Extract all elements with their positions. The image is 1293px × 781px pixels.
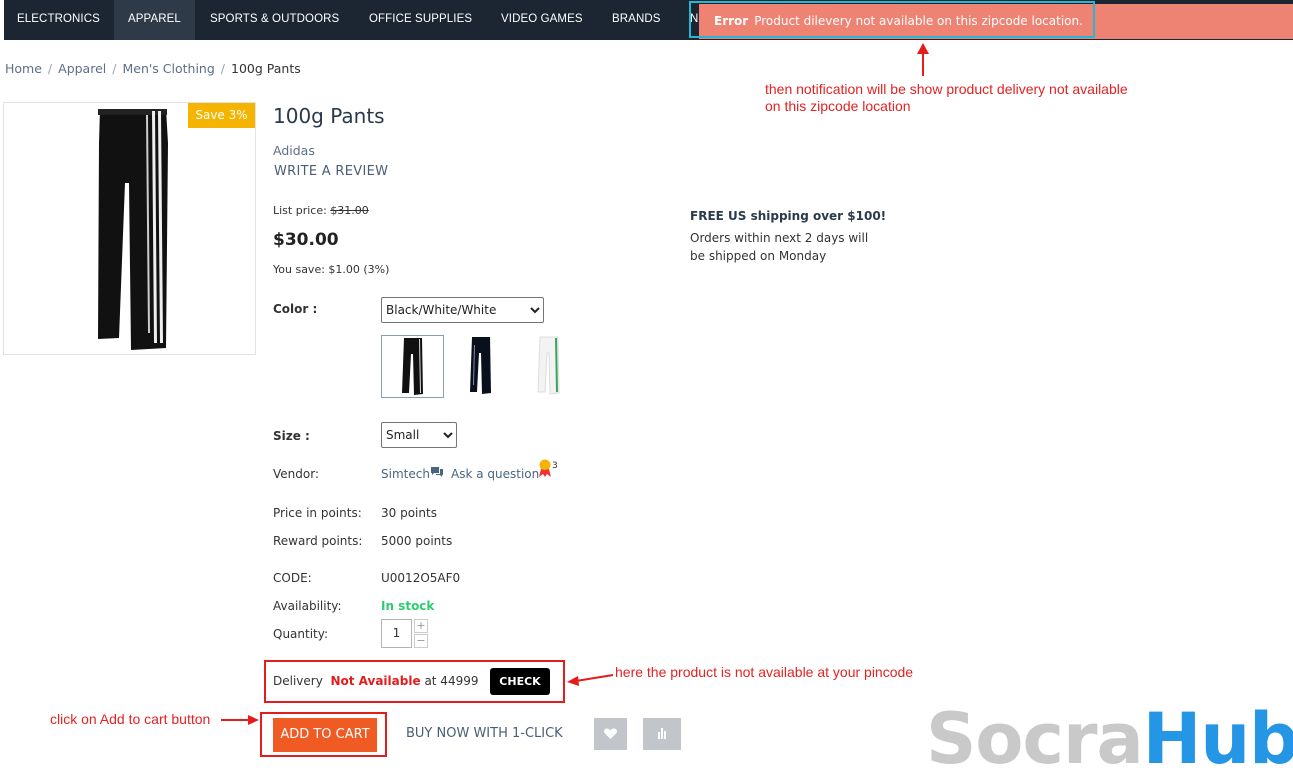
- nav-video-games[interactable]: VIDEO GAMES: [501, 0, 583, 40]
- nav-brands[interactable]: BRANDS: [612, 0, 661, 40]
- buy-now-one-click-link[interactable]: BUY NOW WITH 1-CLICK: [406, 726, 563, 741]
- error-annotation-line1: then notification will be show product d…: [765, 81, 1128, 97]
- breadcrumb-apparel[interactable]: Apparel: [58, 61, 106, 76]
- nav-apparel[interactable]: APPAREL: [114, 0, 195, 40]
- delivery-annotation: here the product is not available at you…: [615, 664, 914, 680]
- shipping-title: FREE US shipping over $100!: [690, 209, 887, 223]
- product-price: $30.00: [273, 230, 339, 250]
- list-price: List price: $31.00: [273, 204, 369, 217]
- delivery-zipcode: at 44999: [424, 674, 479, 688]
- chat-icon[interactable]: [430, 466, 444, 478]
- write-review-link[interactable]: WRITE A REVIEW: [274, 164, 388, 179]
- breadcrumb: Home / Apparel / Men's Clothing/100g Pants: [5, 61, 301, 76]
- nav-sports-outdoors[interactable]: SPORTS & OUTDOORS: [210, 0, 339, 40]
- product-brand[interactable]: Adidas: [273, 143, 315, 158]
- compare-button[interactable]: [643, 718, 681, 750]
- save-badge: Save 3%: [188, 103, 255, 128]
- code-label: CODE:: [273, 571, 312, 585]
- award-badge-icon: [539, 459, 551, 477]
- availability-status: In stock: [381, 599, 435, 613]
- shipping-line1: Orders within next 2 days will: [690, 231, 869, 245]
- badge-count: 3: [552, 461, 558, 471]
- arrow-left-icon: [567, 674, 614, 686]
- arrow-up-icon: [917, 43, 929, 76]
- nav-office-supplies[interactable]: OFFICE SUPPLIES: [369, 0, 472, 40]
- socrahub-watermark: SocraHub: [926, 698, 1293, 780]
- product-code: U0012O5AF0: [381, 571, 461, 585]
- shipping-line2: be shipped on Monday: [690, 249, 827, 263]
- availability-label: Availability:: [273, 599, 342, 613]
- wishlist-button[interactable]: [594, 718, 627, 750]
- size-select[interactable]: Small: [381, 422, 457, 448]
- product-title: 100g Pants: [273, 104, 385, 128]
- delivery-label: Delivery: [273, 674, 323, 688]
- reward-points-label: Reward points:: [273, 534, 363, 548]
- nav-electronics[interactable]: ELECTRONICS: [17, 0, 100, 40]
- color-select[interactable]: Black/White/White: [381, 297, 544, 323]
- price-in-points-label: Price in points:: [273, 506, 362, 520]
- error-highlight-box: [689, 1, 1095, 38]
- price-in-points: 30 points: [381, 506, 437, 520]
- heart-icon: [604, 728, 617, 739]
- breadcrumb-home[interactable]: Home: [5, 61, 42, 76]
- color-thumb-white-green[interactable]: [518, 335, 581, 398]
- cart-annotation: click on Add to cart button: [50, 711, 211, 727]
- arrow-right-icon: [221, 715, 259, 725]
- breadcrumb-mens-clothing[interactable]: Men's Clothing: [122, 61, 214, 76]
- bar-chart-icon: [658, 728, 666, 739]
- size-label: Size :: [273, 429, 310, 443]
- add-to-cart-button[interactable]: ADD TO CART: [273, 718, 377, 752]
- breadcrumb-current: 100g Pants: [231, 61, 301, 76]
- quantity-input[interactable]: 1: [381, 619, 412, 648]
- error-annotation-line2: on this zipcode location: [765, 98, 911, 114]
- delivery-text: Delivery Not Available at 44999: [273, 674, 478, 688]
- vendor-label: Vendor:: [273, 467, 319, 481]
- delivery-status: Not Available: [330, 674, 421, 688]
- color-thumb-black-white[interactable]: [381, 335, 444, 398]
- check-button[interactable]: CHECK: [490, 668, 550, 695]
- product-main-image[interactable]: [3, 102, 256, 355]
- you-save: You save: $1.00 (3%): [273, 263, 390, 276]
- quantity-label: Quantity:: [273, 627, 329, 641]
- quantity-decrease-button[interactable]: −: [414, 634, 428, 648]
- color-label: Color :: [273, 302, 318, 316]
- vendor-link[interactable]: Simtech: [381, 467, 430, 481]
- color-thumb-black-blue[interactable]: [450, 335, 513, 398]
- reward-points: 5000 points: [381, 534, 453, 548]
- ask-question-link[interactable]: Ask a question: [451, 467, 539, 481]
- quantity-increase-button[interactable]: +: [414, 619, 428, 633]
